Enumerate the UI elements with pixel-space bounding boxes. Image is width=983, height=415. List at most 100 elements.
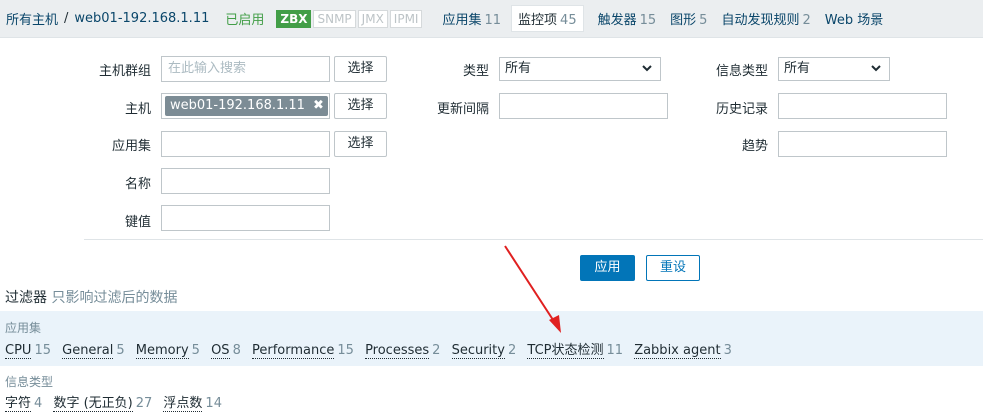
- availability-jmx-badge: JMX: [357, 9, 388, 28]
- info-type-label: 信息类型: [715, 64, 768, 79]
- subfilter-title: 过滤器 只影响过滤后的数据: [5, 287, 177, 307]
- tab-triggers[interactable]: 触发器 15: [598, 9, 657, 28]
- tab-applications-label: 应用集: [442, 13, 482, 28]
- host-tag-label: web01-192.168.1.11: [170, 98, 305, 113]
- subfilter-info-type-item[interactable]: 浮点数 14: [163, 396, 222, 412]
- subfilter-hint: 只影响过滤后的数据: [51, 290, 178, 306]
- subfilter-info-type-count: 14: [205, 396, 222, 411]
- filter-divider: [84, 239, 983, 240]
- subfilter-app-item[interactable]: Security 2: [451, 343, 517, 359]
- subfilter-applications-head: 应用集: [5, 321, 42, 335]
- host-status-enabled[interactable]: 已启用: [225, 9, 264, 28]
- tab-graphs-label: 图形: [670, 13, 697, 28]
- info-type-select-value: 所有: [784, 61, 811, 76]
- tab-graphs[interactable]: 图形 5: [670, 9, 707, 28]
- subfilter-app-item[interactable]: Performance 15: [251, 343, 354, 359]
- name-label: 名称: [124, 177, 151, 192]
- history-label: 历史记录: [715, 102, 768, 117]
- application-select-button[interactable]: 选择: [334, 131, 387, 157]
- application-input[interactable]: [161, 131, 330, 157]
- subfilter-app-count: 11: [606, 343, 624, 358]
- subfilter-applications-row: CPU 15 General 5 Memory 5 OS 8 Performance 15…: [5, 339, 739, 359]
- subfilter-app-item[interactable]: OS 8: [211, 343, 241, 359]
- type-select[interactable]: 所有: [499, 57, 661, 81]
- subfilter-info-type-count: 27: [135, 396, 153, 411]
- tab-discovery-rules[interactable]: 自动发现规则 2: [721, 9, 810, 28]
- tab-web-scenarios[interactable]: Web 场景: [825, 9, 883, 28]
- tab-web-scenarios-label: Web 场景: [824, 13, 884, 28]
- tab-discovery-rules-label: 自动发现规则: [721, 13, 800, 28]
- remove-tag-icon[interactable]: ✖: [313, 96, 324, 116]
- tab-items-label: 监控项: [518, 13, 558, 28]
- subfilter-info-type-item[interactable]: 数字 (无正负) 27: [53, 396, 153, 412]
- breadcrumb-separator: /: [64, 11, 69, 26]
- subfilter-info-type-count: 4: [34, 396, 43, 411]
- apply-button[interactable]: 应用: [580, 255, 635, 281]
- key-label: 键值: [124, 215, 151, 230]
- top-navigation: 所有主机 / web01-192.168.1.11 已启用 ZBX SNMP J…: [0, 0, 983, 38]
- subfilter-app-name: Security: [451, 343, 505, 359]
- chevron-down-icon: [642, 65, 652, 72]
- subfilter-app-item[interactable]: Zabbix agent 3: [634, 343, 732, 359]
- subfilter-app-item[interactable]: TCP状态检测 11: [527, 343, 624, 359]
- tab-applications[interactable]: 应用集 11: [442, 9, 501, 28]
- subfilter-app-item[interactable]: Memory 5: [135, 343, 200, 359]
- tab-triggers-label: 触发器: [597, 13, 637, 28]
- type-select-value: 所有: [505, 61, 532, 76]
- subfilter-app-item[interactable]: General 5: [62, 343, 125, 359]
- trends-input[interactable]: [778, 131, 947, 157]
- subfilter-app-item[interactable]: CPU 15: [5, 343, 51, 359]
- tab-discovery-rules-count: 2: [802, 13, 811, 28]
- host-group-input[interactable]: 在此输入搜索: [161, 56, 330, 82]
- tab-graphs-count: 5: [699, 13, 708, 28]
- update-interval-label: 更新间隔: [436, 102, 489, 117]
- subfilter-info-type-name: 字符: [5, 396, 32, 412]
- host-label: 主机: [124, 102, 151, 117]
- reset-button[interactable]: 重设: [646, 255, 700, 281]
- subfilter-app-count: 15: [337, 343, 354, 358]
- subfilter-info-type-name: 浮点数: [163, 396, 203, 412]
- subfilter-app-count: 2: [432, 343, 441, 358]
- host-tag: web01-192.168.1.11 ✖: [165, 96, 328, 116]
- subfilter-info-types-head: 信息类型: [5, 375, 54, 389]
- tab-items-count: 45: [560, 13, 577, 28]
- subfilter-app-count: 8: [232, 343, 241, 358]
- application-label: 应用集: [111, 139, 151, 154]
- subfilter-app-count: 5: [191, 343, 200, 358]
- subfilter-app-count: 5: [116, 343, 125, 358]
- tab-applications-count: 11: [484, 13, 502, 28]
- subfilter-app-name: Memory: [135, 343, 189, 359]
- subfilter-app-name: Performance: [251, 343, 335, 359]
- subfilter-app-count: 15: [34, 343, 51, 358]
- key-input[interactable]: [161, 205, 330, 231]
- availability-ipmi-badge: IPMI: [389, 9, 423, 28]
- host-select-button[interactable]: 选择: [334, 93, 387, 119]
- subfilter-info-types-row: 字符 4 数字 (无正负) 27 浮点数 14: [5, 392, 229, 412]
- chevron-down-icon: [871, 65, 881, 72]
- history-input[interactable]: [778, 93, 947, 119]
- subfilter-app-name: OS: [211, 343, 230, 359]
- breadcrumb-all-hosts[interactable]: 所有主机: [6, 9, 58, 28]
- subfilter-app-name: General: [62, 343, 114, 359]
- tab-items[interactable]: 监控项 45: [511, 5, 584, 32]
- subfilter-info-type-item[interactable]: 字符 4: [5, 396, 43, 412]
- subfilter-app-name: Processes: [365, 343, 430, 359]
- update-interval-input[interactable]: [499, 93, 668, 119]
- subfilter-app-item[interactable]: Processes 2: [365, 343, 441, 359]
- breadcrumb-host[interactable]: web01-192.168.1.11: [74, 11, 209, 26]
- subfilter-app-name: Zabbix agent: [634, 343, 721, 359]
- subfilter-app-name: TCP状态检测: [527, 343, 604, 359]
- info-type-select[interactable]: 所有: [778, 57, 890, 81]
- subfilter-app-name: CPU: [5, 343, 32, 359]
- host-group-select-button[interactable]: 选择: [334, 56, 387, 82]
- subfilter-app-count: 3: [723, 343, 732, 358]
- subfilter-info-type-name: 数字 (无正负): [53, 396, 133, 412]
- trends-label: 趋势: [741, 139, 768, 154]
- type-label: 类型: [462, 64, 489, 79]
- host-group-label: 主机群组: [98, 64, 151, 79]
- tab-triggers-count: 15: [639, 13, 657, 28]
- availability-snmp-badge: SNMP: [313, 9, 356, 28]
- name-input[interactable]: [161, 168, 330, 194]
- subfilter-app-count: 2: [507, 343, 517, 358]
- availability-zbx-badge: ZBX: [276, 9, 312, 28]
